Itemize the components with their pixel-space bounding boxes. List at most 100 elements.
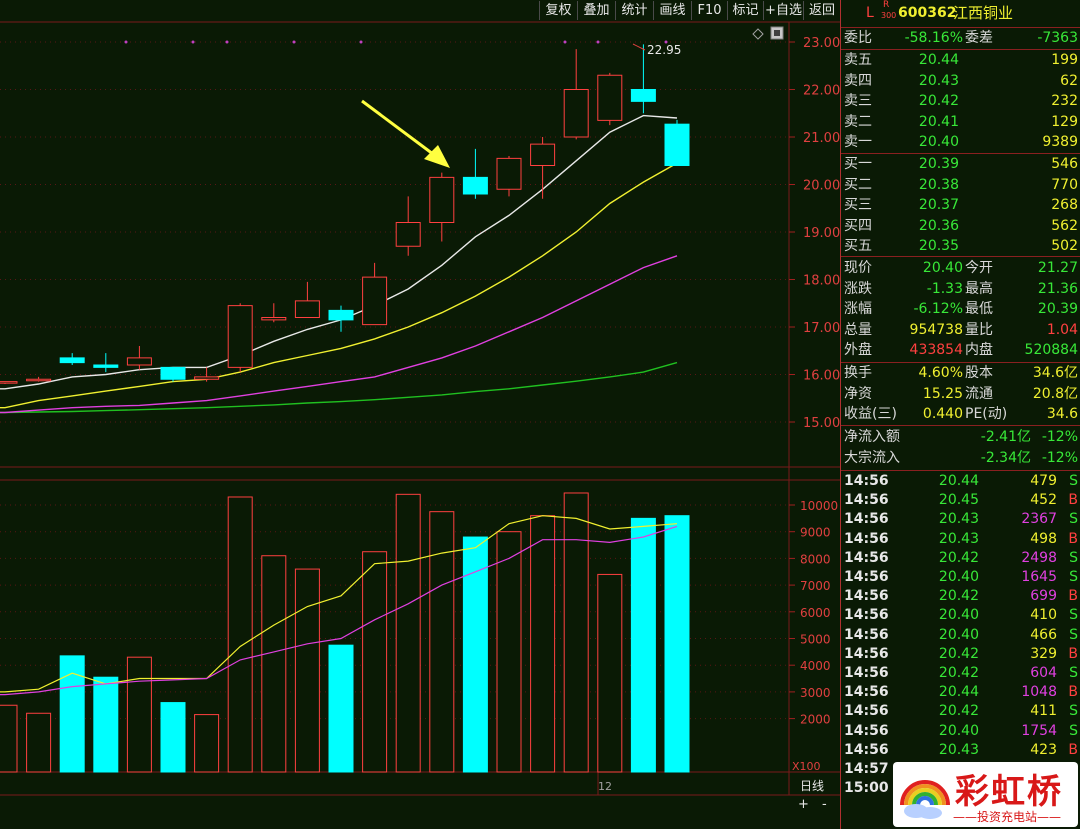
tick-side: B xyxy=(1068,645,1078,662)
tick-price: 20.42 xyxy=(938,665,979,681)
ask-volume: 199 xyxy=(1051,52,1078,68)
volume-axis-label: 9000 xyxy=(800,526,831,540)
info-value: 4.60% xyxy=(918,365,963,381)
zoom-in-button[interactable]: + xyxy=(798,797,809,812)
tick-row: 14:56 20.42 699 B xyxy=(841,587,1080,606)
price-axis-label: 17.00 xyxy=(803,321,840,336)
restore-rights-button[interactable]: 复权 xyxy=(539,1,577,20)
volume-bar xyxy=(395,493,421,773)
candle-body xyxy=(328,309,354,321)
stat-label: 量比 xyxy=(965,321,993,338)
tick-time: 14:56 xyxy=(844,607,889,624)
candle-body xyxy=(261,317,287,321)
stat-label: 现价 xyxy=(844,260,872,276)
bid-volume: 562 xyxy=(1051,217,1078,234)
tick-time: 15:00 xyxy=(844,780,889,797)
stat-label: 最高 xyxy=(965,280,993,297)
info-value: 0.440 xyxy=(922,406,963,422)
ask-row: 卖三 20.42 232 xyxy=(841,91,1080,111)
market-flag: L xyxy=(866,5,874,21)
tick-volume: 2367 xyxy=(1021,511,1057,528)
stat-row: 涨跌 -1.33 最高 21.36 xyxy=(841,279,1080,299)
tick-side: S xyxy=(1069,511,1078,528)
price-axis-label: 22.00 xyxy=(803,84,840,99)
tick-row: 14:56 20.42 329 B xyxy=(841,645,1080,664)
candle-body xyxy=(563,89,589,138)
tick-price: 20.40 xyxy=(938,722,979,739)
tick-side: B xyxy=(1068,684,1078,701)
overlay-button[interactable]: 叠加 xyxy=(577,1,615,20)
tick-time: 14:56 xyxy=(844,722,889,739)
statistics-button[interactable]: 统计 xyxy=(615,1,653,20)
tick-row: 14:56 20.40 1754 S xyxy=(841,722,1080,741)
tick-price: 20.42 xyxy=(938,549,979,566)
draw-line-button[interactable]: 画线 xyxy=(653,1,691,20)
tick-volume: 699 xyxy=(1030,588,1057,605)
flow-row: 大宗流入 -2.34亿 -12% xyxy=(841,448,1080,468)
info-value: 34.6亿 xyxy=(1032,365,1078,381)
tick-side: B xyxy=(1068,741,1078,758)
ask-label: 卖四 xyxy=(844,72,872,89)
flow-row: 净流入额 -2.41亿 -12% xyxy=(841,427,1080,447)
tick-volume: 452 xyxy=(1030,492,1057,509)
tick-side: S xyxy=(1069,722,1078,739)
tick-volume: 1645 xyxy=(1021,569,1057,585)
candle-body xyxy=(227,305,253,368)
tick-time: 14:56 xyxy=(844,511,889,528)
tick-volume: 423 xyxy=(1030,741,1057,758)
candle-body xyxy=(429,176,455,223)
back-button[interactable]: 返回 xyxy=(803,1,840,20)
tick-volume: 466 xyxy=(1030,626,1057,643)
tick-price: 20.45 xyxy=(938,492,979,509)
tick-volume: 1048 xyxy=(1021,684,1057,701)
candle-body xyxy=(597,74,623,121)
f10-button[interactable]: F10 xyxy=(691,1,727,20)
period-label[interactable]: 日线 xyxy=(800,779,824,793)
stat-value: 20.39 xyxy=(1037,301,1078,317)
zoom-out-button[interactable]: - xyxy=(822,797,827,812)
stat-value: 21.36 xyxy=(1037,280,1078,297)
volume-bar xyxy=(194,714,220,773)
tick-volume: 1754 xyxy=(1021,722,1057,739)
tick-row: 14:56 20.42 604 S xyxy=(841,664,1080,683)
candle-body xyxy=(395,222,421,247)
stat-label: 涨跌 xyxy=(844,280,872,297)
price-axis-label: 19.00 xyxy=(803,226,840,241)
stat-value: 433854 xyxy=(909,342,963,358)
volume-bar xyxy=(227,496,253,773)
bid-price: 20.36 xyxy=(918,217,959,234)
volume-bar xyxy=(126,656,152,773)
tick-price: 20.40 xyxy=(938,607,979,624)
add-watchlist-button[interactable]: +自选 xyxy=(763,1,803,20)
candle-body xyxy=(59,357,85,364)
info-label: 换手 xyxy=(844,365,872,381)
rainbow-logo-icon xyxy=(900,780,950,819)
info-row: 净资 15.25 流通 20.8亿 xyxy=(841,384,1080,404)
tick-row: 14:56 20.44 1048 B xyxy=(841,683,1080,702)
tick-side: S xyxy=(1069,626,1078,643)
mark-button[interactable]: 标记 xyxy=(727,1,763,20)
candle-body xyxy=(294,300,320,318)
tick-time: 14:57 xyxy=(844,761,889,777)
candle-body xyxy=(160,366,186,380)
price-axis-label: 15.00 xyxy=(803,416,840,431)
kline-chart[interactable]: 23.00 22.00 21.00 20.00 19.00 18.00 17.00 16.00… xyxy=(0,0,840,829)
stat-value: 520884 xyxy=(1024,342,1078,358)
tick-price: 20.43 xyxy=(938,511,979,528)
stat-value: 21.27 xyxy=(1037,260,1078,276)
tick-side: S xyxy=(1069,473,1078,489)
stock-header: L R 300 600362 江西铜业 xyxy=(841,0,1080,25)
ask-row: 卖五 20.44 199 xyxy=(841,50,1080,70)
candle-body xyxy=(530,143,556,166)
volume-bar xyxy=(429,511,455,773)
info-row: 换手 4.60% 股本 34.6亿 xyxy=(841,363,1080,383)
flow-percent: -12% xyxy=(1041,450,1078,466)
ask-row: 卖二 20.41 129 xyxy=(841,112,1080,132)
volume-bar xyxy=(261,555,287,773)
tick-row: 14:56 20.43 2367 S xyxy=(841,510,1080,529)
tick-time: 14:56 xyxy=(844,626,889,643)
expand-icon[interactable] xyxy=(770,26,784,40)
tick-time: 14:56 xyxy=(844,549,889,566)
tick-time: 14:56 xyxy=(844,741,889,758)
volume-bar xyxy=(0,704,18,773)
